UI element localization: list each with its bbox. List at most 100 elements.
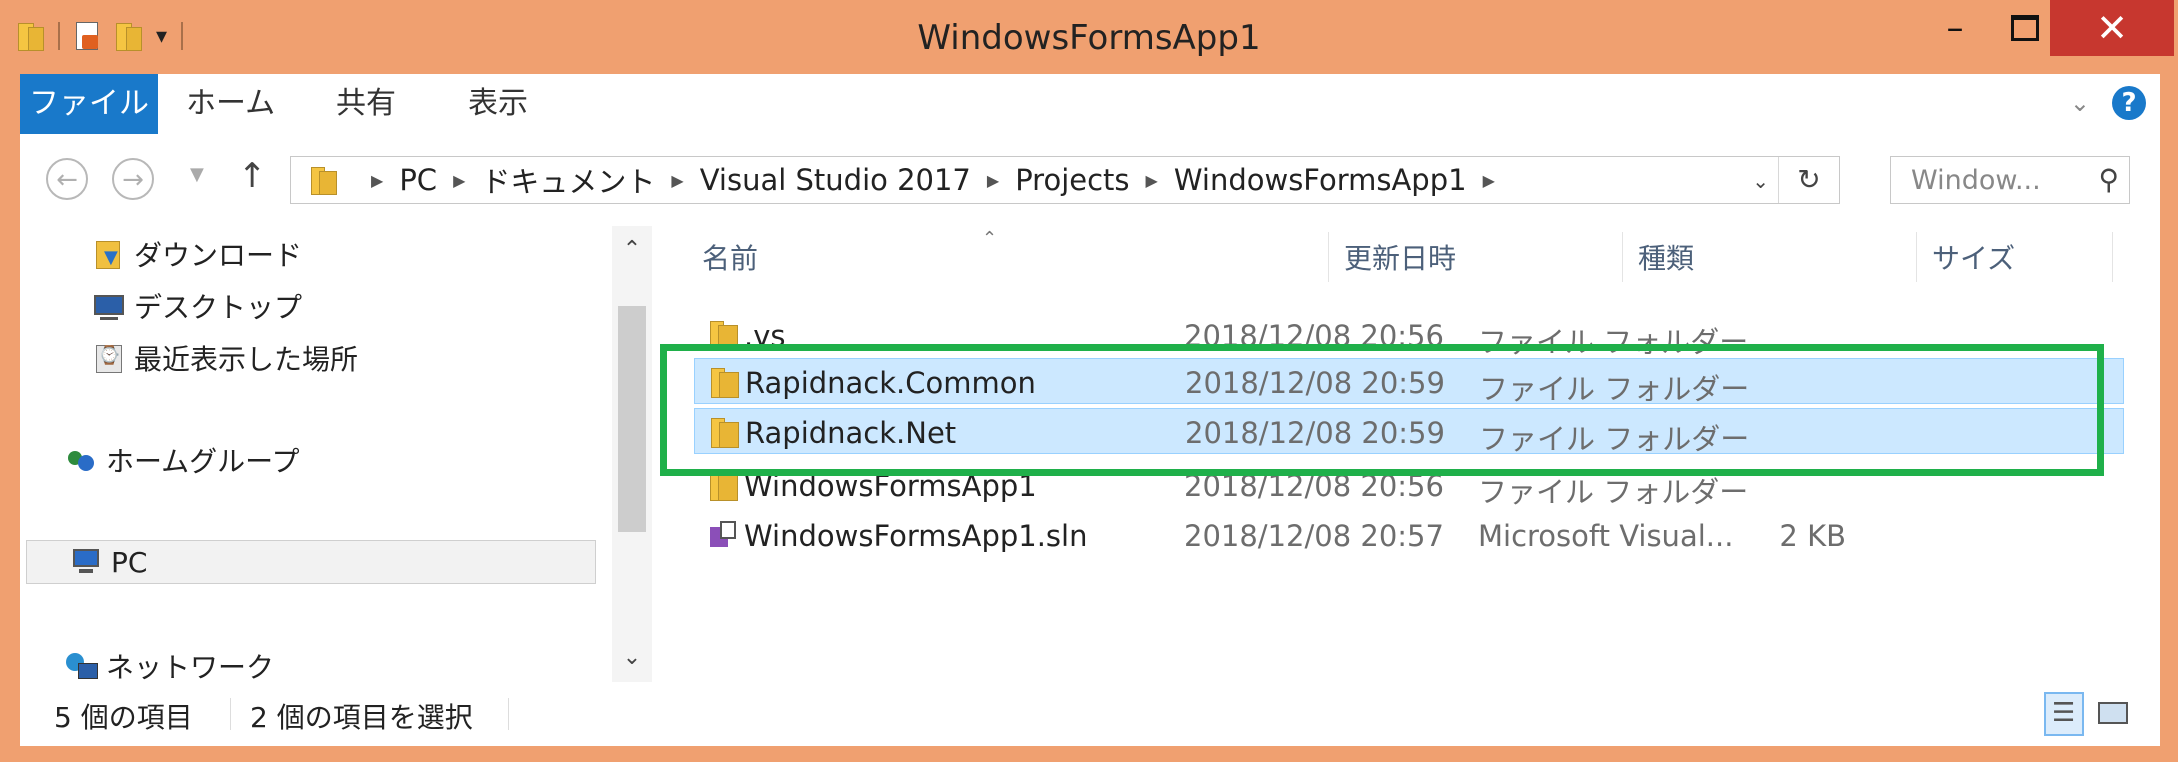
tab-share[interactable]: 共有 xyxy=(336,74,396,134)
up-button[interactable]: ↑ xyxy=(238,156,267,196)
chevron-down-icon[interactable]: ⌄ xyxy=(1752,169,1769,193)
table-row[interactable]: .vs 2018/12/08 20:56 ファイル フォルダー xyxy=(694,312,2124,359)
recent-places-icon xyxy=(94,343,124,373)
expand-ribbon-icon[interactable]: ⌄ xyxy=(2070,89,2090,117)
sidebar-item-label: ダウンロード xyxy=(134,239,303,272)
table-row[interactable]: WindowsFormsApp1 2018/12/08 20:56 ファイル フ… xyxy=(694,462,2124,509)
sort-ascending-icon: ⌃ xyxy=(982,228,998,249)
pc-icon xyxy=(71,547,101,577)
navigation-scrollbar[interactable]: ⌃ ⌄ xyxy=(612,226,652,682)
window-title: WindowsFormsApp1 xyxy=(917,18,1261,58)
file-date: 2018/12/08 20:59 xyxy=(1185,366,1445,400)
file-type: Microsoft Visual... xyxy=(1478,519,1734,553)
breadcrumb-item[interactable]: Projects xyxy=(1015,163,1129,197)
content-area: ダウンロード デスクトップ 最近表示した場所 ホームグループ PC ネットワーク xyxy=(20,226,2160,684)
minimize-button[interactable]: – xyxy=(1920,0,1990,56)
ribbon-controls: ⌄ ? xyxy=(2070,86,2146,120)
sln-file-icon xyxy=(708,519,738,551)
file-name: Rapidnack.Net xyxy=(745,416,957,450)
file-type: ファイル フォルダー xyxy=(1479,372,1750,406)
desktop-icon xyxy=(94,291,124,321)
recent-locations-icon[interactable]: ▼ xyxy=(190,164,204,185)
sidebar-item-label: 最近表示した場所 xyxy=(134,343,359,376)
column-header-size[interactable]: サイズ xyxy=(1932,226,2132,288)
column-header-date[interactable]: 更新日時 xyxy=(1344,226,1624,288)
breadcrumb-separator-icon[interactable]: ▶ xyxy=(1146,171,1158,190)
folder-icon xyxy=(708,469,738,501)
scrollbar-thumb[interactable] xyxy=(618,306,646,532)
table-row[interactable]: Rapidnack.Net 2018/12/08 20:59 ファイル フォルダ… xyxy=(694,408,2124,456)
search-icon[interactable]: ⚲ xyxy=(2098,163,2119,196)
navigation-bar: ← → ▼ ↑ ▶ PC ▶ ドキュメント ▶ Visual Studio 20… xyxy=(20,134,2160,226)
help-icon[interactable]: ? xyxy=(2112,86,2146,120)
breadcrumb-separator-icon[interactable]: ▶ xyxy=(371,171,383,190)
maximize-icon xyxy=(2011,15,2039,41)
navigation-pane: ダウンロード デスクトップ 最近表示した場所 ホームグループ PC ネットワーク xyxy=(20,226,608,684)
file-name: WindowsFormsApp1.sln xyxy=(744,519,1088,553)
close-button[interactable]: ✕ xyxy=(2050,0,2174,56)
column-header-name[interactable]: 名前 xyxy=(702,226,1172,288)
file-type: ファイル フォルダー xyxy=(1478,475,1749,509)
file-type: ファイル フォルダー xyxy=(1479,422,1750,456)
item-count: 5 個の項目 xyxy=(54,701,193,734)
sidebar-item-desktop[interactable]: デスクトップ xyxy=(94,284,302,328)
file-date: 2018/12/08 20:59 xyxy=(1185,416,1445,450)
file-date: 2018/12/08 20:57 xyxy=(1184,519,1444,553)
column-divider[interactable] xyxy=(1328,232,1329,282)
folder-icon xyxy=(309,165,337,195)
breadcrumb-item[interactable]: Visual Studio 2017 xyxy=(700,163,971,197)
tab-home[interactable]: ホーム xyxy=(186,74,275,134)
sidebar-item-label: ネットワーク xyxy=(106,651,275,684)
column-divider[interactable] xyxy=(2112,232,2113,282)
refresh-icon[interactable]: ↻ xyxy=(1778,157,1839,203)
column-divider[interactable] xyxy=(1622,232,1623,282)
back-button[interactable]: ← xyxy=(46,158,88,200)
column-divider[interactable] xyxy=(1916,232,1917,282)
status-divider xyxy=(230,698,231,730)
breadcrumb-separator-icon[interactable]: ▶ xyxy=(671,171,683,190)
file-name: WindowsFormsApp1 xyxy=(744,469,1037,503)
network-icon xyxy=(66,651,98,681)
scroll-up-icon[interactable]: ⌃ xyxy=(612,230,652,270)
status-divider xyxy=(508,698,509,730)
sidebar-item-homegroup[interactable]: ホームグループ xyxy=(66,438,299,482)
sidebar-item-label: ホームグループ xyxy=(106,445,300,478)
file-list: 名前 ⌃ 更新日時 種類 サイズ .vs 2018/12/08 20:56 ファ… xyxy=(672,226,2160,682)
tab-view[interactable]: 表示 xyxy=(468,74,528,134)
breadcrumb: ▶ PC ▶ ドキュメント ▶ Visual Studio 2017 ▶ Pro… xyxy=(355,157,1511,203)
file-date: 2018/12/08 20:56 xyxy=(1184,469,1444,503)
breadcrumb-item[interactable]: WindowsFormsApp1 xyxy=(1174,163,1467,197)
address-bar[interactable]: ▶ PC ▶ ドキュメント ▶ Visual Studio 2017 ▶ Pro… xyxy=(290,156,1840,204)
breadcrumb-separator-icon[interactable]: ▶ xyxy=(987,171,999,190)
download-folder-icon xyxy=(94,239,124,269)
folder-icon xyxy=(708,319,738,351)
search-placeholder: Window... xyxy=(1911,165,2041,196)
details-view-icon[interactable] xyxy=(2044,692,2084,736)
title-bar: ▾ WindowsFormsApp1 – ✕ xyxy=(0,0,2178,74)
breadcrumb-item[interactable]: ドキュメント xyxy=(481,159,655,201)
folder-icon xyxy=(709,416,739,448)
file-type: ファイル フォルダー xyxy=(1478,325,1749,359)
selected-count: 2 個の項目を選択 xyxy=(250,701,473,734)
sidebar-item-label: デスクトップ xyxy=(134,291,303,324)
column-header-type[interactable]: 種類 xyxy=(1638,226,1918,288)
sidebar-item-downloads[interactable]: ダウンロード xyxy=(94,232,302,276)
table-row[interactable]: Rapidnack.Common 2018/12/08 20:59 ファイル フ… xyxy=(694,358,2124,406)
status-bar: 5 個の項目 2 個の項目を選択 xyxy=(20,682,2160,746)
scroll-down-icon[interactable]: ⌄ xyxy=(612,638,652,678)
breadcrumb-separator-icon[interactable]: ▶ xyxy=(453,171,465,190)
sidebar-item-recent-places[interactable]: 最近表示した場所 xyxy=(94,336,358,380)
tab-file[interactable]: ファイル xyxy=(20,74,158,134)
ribbon-tabs: ファイル ホーム 共有 表示 ⌄ ? xyxy=(20,74,2160,135)
forward-button[interactable]: → xyxy=(112,158,154,200)
file-size: 2 KB xyxy=(1779,519,1846,553)
search-input[interactable]: Window... ⚲ xyxy=(1890,156,2130,204)
sidebar-item-label: PC xyxy=(111,545,148,579)
sidebar-item-pc[interactable]: PC xyxy=(26,540,596,584)
breadcrumb-item[interactable]: PC xyxy=(399,163,437,197)
folder-icon xyxy=(709,366,739,398)
breadcrumb-separator-icon[interactable]: ▶ xyxy=(1483,171,1495,190)
table-row[interactable]: WindowsFormsApp1.sln 2018/12/08 20:57 Mi… xyxy=(694,512,2124,558)
large-icons-view-icon[interactable] xyxy=(2094,692,2134,736)
file-name: .vs xyxy=(744,319,786,353)
